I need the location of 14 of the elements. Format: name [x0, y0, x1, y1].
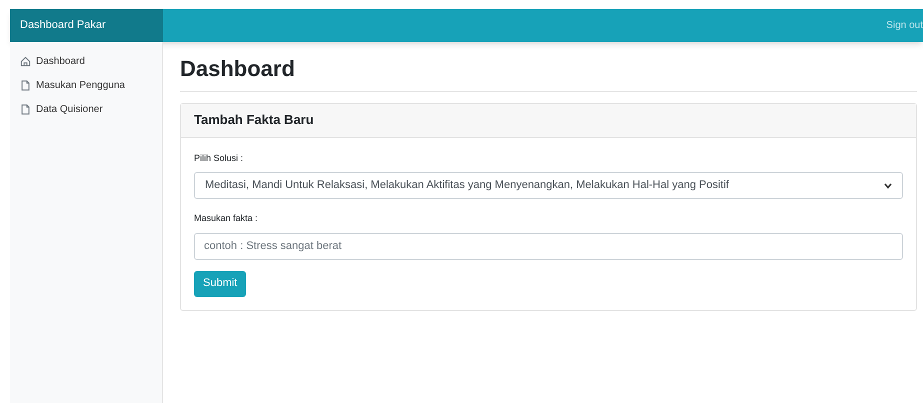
sidebar-item[interactable]: Dashboard [20, 54, 162, 69]
page-title: Dashboard [180, 55, 917, 92]
file-icon [20, 80, 31, 91]
fact-input[interactable]: contoh : Stress sangat berat [194, 232, 903, 260]
home-icon [20, 56, 31, 67]
brand-link[interactable]: Dashboard Pakar [20, 17, 106, 34]
sidebar-item[interactable]: Masukan Pengguna [20, 78, 162, 93]
field-label: Pilih Solusi : [194, 152, 244, 164]
card-title: Tambah Fakta Baru [194, 111, 314, 130]
field-label: Masukan fakta : [194, 212, 259, 225]
solution-select[interactable]: Meditasi, Mandi Untuk Relaksasi, Melakukan Aktifitas yang Menyenangkan, Melakukan Hal-Hal yang Positif [194, 172, 903, 199]
file-icon [20, 104, 31, 115]
sidebar-item[interactable]: Data Quisioner [20, 102, 162, 117]
chevron-icon [884, 182, 892, 188]
